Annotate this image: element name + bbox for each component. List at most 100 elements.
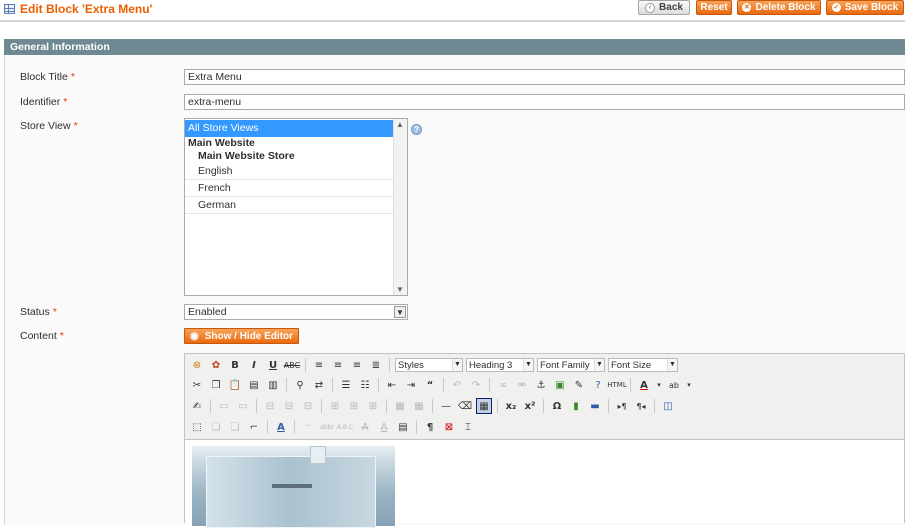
editor-content-area[interactable] xyxy=(185,439,904,528)
outdent-icon[interactable]: ⇤ xyxy=(384,377,400,393)
save-block-button[interactable]: ✓ Save Block xyxy=(826,0,904,15)
italic-icon[interactable]: I xyxy=(246,357,262,373)
delete-row-icon[interactable]: ⊟ xyxy=(300,398,316,414)
align-right-icon[interactable]: ≡ xyxy=(349,357,365,373)
help-editor-icon[interactable]: ? xyxy=(590,377,606,393)
remove-format-icon[interactable]: ⌫ xyxy=(457,398,473,414)
reset-button[interactable]: Reset xyxy=(696,0,732,15)
store-view-multiselect[interactable]: All Store Views Main Website Main Websit… xyxy=(184,118,408,296)
ins-icon[interactable]: A xyxy=(376,419,392,435)
chevron-down-icon: ▼ xyxy=(667,359,677,371)
store-option-german[interactable]: German xyxy=(185,197,393,214)
redo-icon[interactable]: ↷ xyxy=(468,377,484,393)
pagebreak-icon[interactable]: ⌶ xyxy=(460,419,476,435)
text-color-icon[interactable]: A xyxy=(636,377,652,393)
anchor-icon[interactable]: ⚓ xyxy=(533,377,549,393)
underline-icon[interactable]: U xyxy=(265,357,281,373)
highlight-color-icon[interactable]: ab xyxy=(666,377,682,393)
bullet-list-icon[interactable]: ☰ xyxy=(338,377,354,393)
format-dropdown[interactable]: Heading 3 ▼ xyxy=(466,358,534,372)
del-icon[interactable]: A xyxy=(357,419,373,435)
scroll-down-icon[interactable]: ▼ xyxy=(396,285,404,294)
delete-button-label: Delete Block xyxy=(755,2,816,13)
nonbreaking-icon[interactable]: ⊠ xyxy=(441,419,457,435)
font-size-dropdown[interactable]: Font Size ▼ xyxy=(608,358,678,372)
find-icon[interactable]: ⚲ xyxy=(292,377,308,393)
col-after-icon[interactable]: ⊞ xyxy=(346,398,362,414)
copy-icon[interactable]: ❐ xyxy=(208,377,224,393)
horizontal-rule-icon[interactable]: — xyxy=(438,398,454,414)
superscript-icon[interactable]: x² xyxy=(522,398,538,414)
delete-icon: ✕ xyxy=(742,3,752,12)
move-forward-icon[interactable]: ❏ xyxy=(208,419,224,435)
chevron-down-icon[interactable]: ▾ xyxy=(655,377,663,393)
required-mark: * xyxy=(73,120,78,132)
table-cell-props-icon[interactable]: ▭ xyxy=(235,398,251,414)
link-icon[interactable]: ∞ xyxy=(495,377,511,393)
cite-icon[interactable]: “” xyxy=(300,419,316,435)
row-before-icon[interactable]: ⊟ xyxy=(262,398,278,414)
table-row-props-icon[interactable]: ▭ xyxy=(216,398,232,414)
numbered-list-icon[interactable]: ☷ xyxy=(357,377,373,393)
unlink-icon[interactable]: ⚮ xyxy=(514,377,530,393)
cut-icon[interactable]: ✂ xyxy=(189,377,205,393)
align-left-icon[interactable]: ≡ xyxy=(311,357,327,373)
align-justify-icon[interactable]: ≣ xyxy=(368,357,384,373)
fullscreen-icon[interactable]: ◫ xyxy=(660,398,676,414)
absolute-position-icon[interactable]: ⌐ xyxy=(246,419,262,435)
rtl-icon[interactable]: ¶◂ xyxy=(633,398,649,414)
identifier-input[interactable]: extra-menu xyxy=(184,94,905,110)
chevron-down-icon[interactable]: ▾ xyxy=(685,377,693,393)
font-family-dropdown[interactable]: Font Family ▼ xyxy=(537,358,605,372)
store-option-all[interactable]: All Store Views xyxy=(185,120,393,137)
image-icon[interactable]: ▣ xyxy=(552,377,568,393)
delete-col-icon[interactable]: ⊞ xyxy=(365,398,381,414)
merge-cells-icon[interactable]: ▦ xyxy=(411,398,427,414)
store-option-french[interactable]: French xyxy=(185,180,393,197)
content-label: Content * xyxy=(20,330,64,342)
store-view-scrollbar[interactable]: ▲ ▼ xyxy=(393,119,407,295)
indent-icon[interactable]: ⇥ xyxy=(403,377,419,393)
special-char-icon[interactable]: Ω xyxy=(549,398,565,414)
toolbar-separator xyxy=(497,399,498,413)
strikethrough-icon[interactable]: ABC xyxy=(284,357,300,373)
cleanup-icon[interactable]: ✎ xyxy=(571,377,587,393)
help-icon[interactable]: ? xyxy=(411,124,422,135)
back-button-label: Back xyxy=(659,2,683,13)
abbr-icon[interactable]: abbr xyxy=(319,419,335,435)
align-center-icon[interactable]: ≡ xyxy=(330,357,346,373)
store-option-english[interactable]: English xyxy=(185,163,393,180)
scroll-up-icon[interactable]: ▲ xyxy=(396,120,404,129)
paste-word-icon[interactable]: ▥ xyxy=(265,377,281,393)
paste-icon[interactable]: 📋 xyxy=(227,377,243,393)
paste-text-icon[interactable]: ▤ xyxy=(246,377,262,393)
back-button[interactable]: ‹ Back xyxy=(638,0,690,15)
split-cells-icon[interactable]: ▦ xyxy=(392,398,408,414)
move-backward-icon[interactable]: ❏ xyxy=(227,419,243,435)
html-source-icon[interactable]: HTML xyxy=(607,377,626,393)
image-insert-icon[interactable]: ✿ xyxy=(208,357,224,373)
row-after-icon[interactable]: ⊟ xyxy=(281,398,297,414)
status-select[interactable]: Enabled ▼ xyxy=(184,304,408,320)
subscript-icon[interactable]: x₂ xyxy=(503,398,519,414)
advhr-icon[interactable]: ▬ xyxy=(587,398,603,414)
styleprops-icon[interactable]: A xyxy=(273,419,289,435)
widget-icon[interactable]: ⊛ xyxy=(189,357,205,373)
attributes-icon[interactable]: ▤ xyxy=(395,419,411,435)
show-hide-editor-button[interactable]: ◉ Show / Hide Editor xyxy=(184,328,299,344)
edit-table-icon[interactable]: ✍ xyxy=(189,398,205,414)
styles-dropdown[interactable]: Styles ▼ xyxy=(395,358,463,372)
insert-layer-icon[interactable]: ⬚ xyxy=(189,419,205,435)
undo-icon[interactable]: ↶ xyxy=(449,377,465,393)
visual-aid-icon[interactable]: ▦ xyxy=(476,398,492,414)
visualchars-icon[interactable]: ¶ xyxy=(422,419,438,435)
blockquote-icon[interactable]: “ xyxy=(422,377,438,393)
ltr-icon[interactable]: ▸¶ xyxy=(614,398,630,414)
col-before-icon[interactable]: ⊞ xyxy=(327,398,343,414)
acronym-icon[interactable]: A.B.C. xyxy=(337,419,355,435)
bold-icon[interactable]: B xyxy=(227,357,243,373)
media-icon[interactable]: ▮ xyxy=(568,398,584,414)
delete-block-button[interactable]: ✕ Delete Block xyxy=(737,0,821,15)
replace-icon[interactable]: ⇄ xyxy=(311,377,327,393)
block-title-input[interactable]: Extra Menu xyxy=(184,69,905,85)
